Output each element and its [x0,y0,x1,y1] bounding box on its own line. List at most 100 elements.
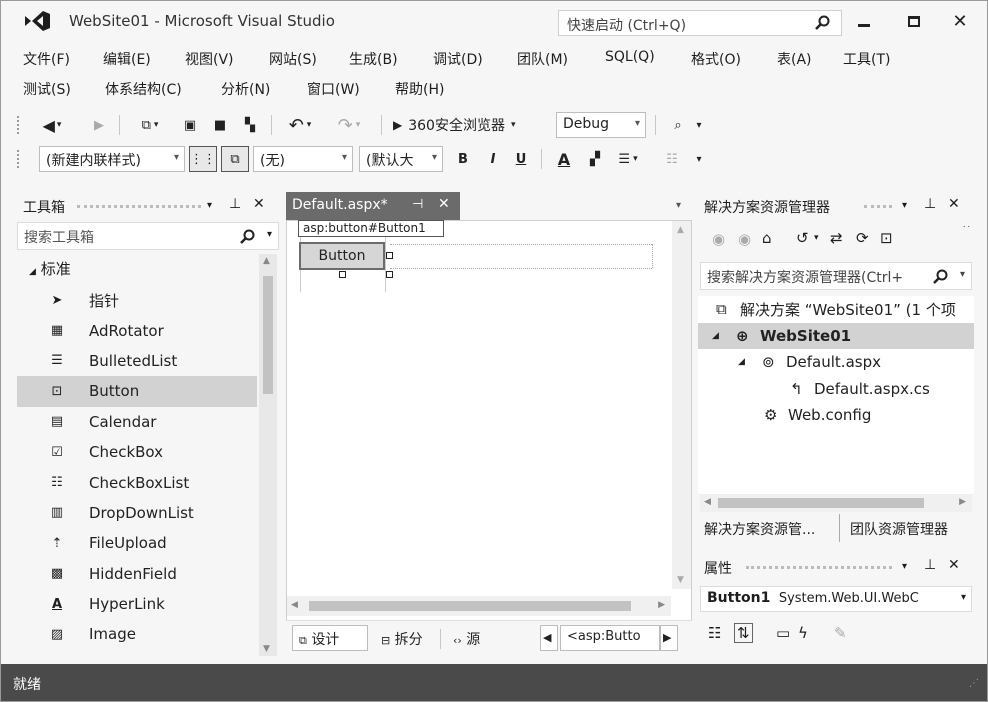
solution-config-select[interactable]: Debug ▾ [556,112,646,138]
scroll-up-icon[interactable]: ▲ [677,225,684,235]
toolbox-item[interactable]: ▨ Image [17,619,257,649]
scroll-down-icon[interactable]: ▼ [677,575,684,585]
editor-vertical-scrollbar[interactable]: ▲ ▼ [672,221,691,589]
tag-navigator[interactable]: <asp:Butto [560,625,660,651]
menu-test[interactable]: 测试(S) [23,79,71,99]
design-view-button[interactable]: ⧉ 设计 [292,625,368,651]
toolbar-grip[interactable] [17,150,21,168]
scroll-left-icon[interactable]: ◀ [704,497,711,507]
tree-node[interactable]: ⚙ Web.config [698,402,974,429]
editor-horizontal-scrollbar[interactable]: ◀ ▶ [287,596,671,616]
panel-close-icon[interactable]: ✕ [253,196,265,212]
save-all-button[interactable]: ▚ [237,114,263,136]
solution-search-input[interactable]: 搜索解决方案资源管理器(Ctrl+ ▾ [700,262,972,290]
open-file-button[interactable]: ▣ [179,114,201,136]
style-select[interactable]: (新建内联样式) ▾ [39,146,185,172]
menu-format[interactable]: 格式(O) [691,49,741,69]
menu-table[interactable]: 表(A) [777,49,812,69]
toolbox-search-input[interactable]: 搜索工具箱 ▾ [17,222,279,250]
toolbox-item[interactable]: A HyperLink [17,589,257,619]
tab-close-icon[interactable]: ✕ [438,196,450,212]
tab-default-aspx[interactable]: Default.aspx* ⊣ ✕ [286,192,460,220]
panel-menu-chevron-icon[interactable]: ▾ [902,561,907,572]
manage-styles-button[interactable]: ⋮⋮ [189,146,217,172]
toolbox-item[interactable]: ➤ 指针 [17,285,257,315]
toolbox-item[interactable]: ⊡ Button [17,376,257,407]
menu-help[interactable]: 帮助(H) [395,79,444,99]
numbered-list-button[interactable]: ☷ [661,148,683,170]
toolbox-item[interactable]: ☷ CheckBoxList [17,467,257,497]
tree-node[interactable]: ⧉ 解决方案 “WebSite01” (1 个项 [698,296,974,323]
minimize-button[interactable] [849,7,879,35]
categorized-icon[interactable]: ☷ [708,624,721,642]
apply-styles-button[interactable]: ⧉ [221,146,249,172]
back-icon[interactable]: ◉ [712,230,725,248]
solution-horizontal-scrollbar[interactable]: ◀ ▶ [700,494,972,512]
italic-button[interactable]: I [483,148,503,170]
alphabetical-icon[interactable]: ⇅ [734,623,753,643]
property-pages-wrench-icon[interactable]: ✎ [834,624,847,642]
resize-handle[interactable] [339,271,346,278]
toolbox-item[interactable]: ☑ CheckBox [17,437,257,467]
scroll-left-icon[interactable]: ◀ [291,600,298,610]
font-name-select[interactable]: (默认大 ▾ [359,146,443,172]
underline-button[interactable]: U [511,148,531,170]
properties-page-icon[interactable]: ▭ [776,624,790,642]
block-format-select[interactable]: (无) ▾ [253,146,353,172]
scrollbar-thumb[interactable] [718,498,924,508]
toolbox-scrollbar[interactable]: ▲ ▼ [259,254,277,656]
toolbar-overflow-button[interactable]: ▾ [693,148,705,170]
tab-team-explorer[interactable]: 团队资源管理器 [844,514,974,542]
refresh-icon[interactable]: ⟳ [856,229,869,247]
collapse-all-icon[interactable]: ⊡ [880,229,893,247]
design-button-control[interactable]: Button [299,242,385,270]
sync-icon[interactable]: ⇄ [830,229,843,247]
panel-close-icon[interactable]: ✕ [948,557,960,573]
tree-node[interactable]: ↰ Default.aspx.cs [698,376,974,403]
toolbox-item[interactable]: ⇡ FileUpload [17,528,257,558]
toolbar-grip[interactable] [17,116,21,134]
split-view-button[interactable]: ⊟ 拆分 [374,625,440,651]
font-color-button[interactable]: A [553,148,575,170]
toolbox-item[interactable]: ☰ BulletedList [17,346,257,376]
menu-debug[interactable]: 调试(D) [433,49,483,69]
save-button[interactable]: ■ [209,114,231,136]
source-view-button[interactable]: ‹› 源 [446,625,500,651]
menu-analyze[interactable]: 分析(N) [221,79,270,99]
pending-changes-icon[interactable]: ↺ [796,229,809,247]
panel-menu-chevron-icon[interactable]: ▾ [207,200,212,211]
resize-grip-icon[interactable]: ⋰ [969,678,979,689]
menu-edit[interactable]: 编辑(E) [103,49,151,69]
resize-handle[interactable] [386,252,393,259]
toolbox-item[interactable]: ▩ HiddenField [17,559,257,589]
scrollbar-thumb[interactable] [309,601,631,611]
properties-object-select[interactable]: Button1 System.Web.UI.WebC ▾ [700,586,972,612]
toolbox-item[interactable]: ▥ DropDownList [17,498,257,528]
tag-nav-right-button[interactable]: ▶ [660,625,678,651]
pin-icon[interactable]: ⊥ [229,196,241,212]
menu-tools[interactable]: 工具(T) [843,49,890,69]
chevron-down-icon[interactable]: ▾ [814,233,819,243]
pin-icon[interactable]: ⊥ [924,196,936,212]
design-surface[interactable] [286,220,692,656]
scroll-right-icon[interactable]: ▶ [658,600,665,610]
resize-handle[interactable] [386,271,393,278]
undo-button[interactable]: ↶ ▾ [281,114,319,136]
menu-team[interactable]: 团队(M) [517,49,568,69]
scrollbar-thumb[interactable] [263,276,273,394]
home-icon[interactable]: ⌂ [762,229,772,247]
panel-menu-chevron-icon[interactable]: ▾ [902,200,907,211]
tag-nav-left-button[interactable]: ◀ [540,625,558,651]
toolbox-group-standard[interactable]: ◢ 标准 [29,258,71,279]
toolbar-overflow-button[interactable]: ▾ [693,114,705,136]
overflow-icon[interactable]: ˙˙ [962,226,971,236]
pin-icon[interactable]: ⊥ [924,557,936,573]
forward-icon[interactable]: ◉ [738,230,751,248]
tab-overflow-chevron-icon[interactable]: ▾ [676,200,681,211]
expand-triangle-icon[interactable]: ◢ [738,357,745,367]
maximize-button[interactable] [899,7,929,35]
scroll-down-icon[interactable]: ▼ [263,644,270,654]
panel-close-icon[interactable]: ✕ [948,196,960,212]
menu-architecture[interactable]: 体系结构(C) [105,79,182,99]
bold-button[interactable]: B [453,148,473,170]
